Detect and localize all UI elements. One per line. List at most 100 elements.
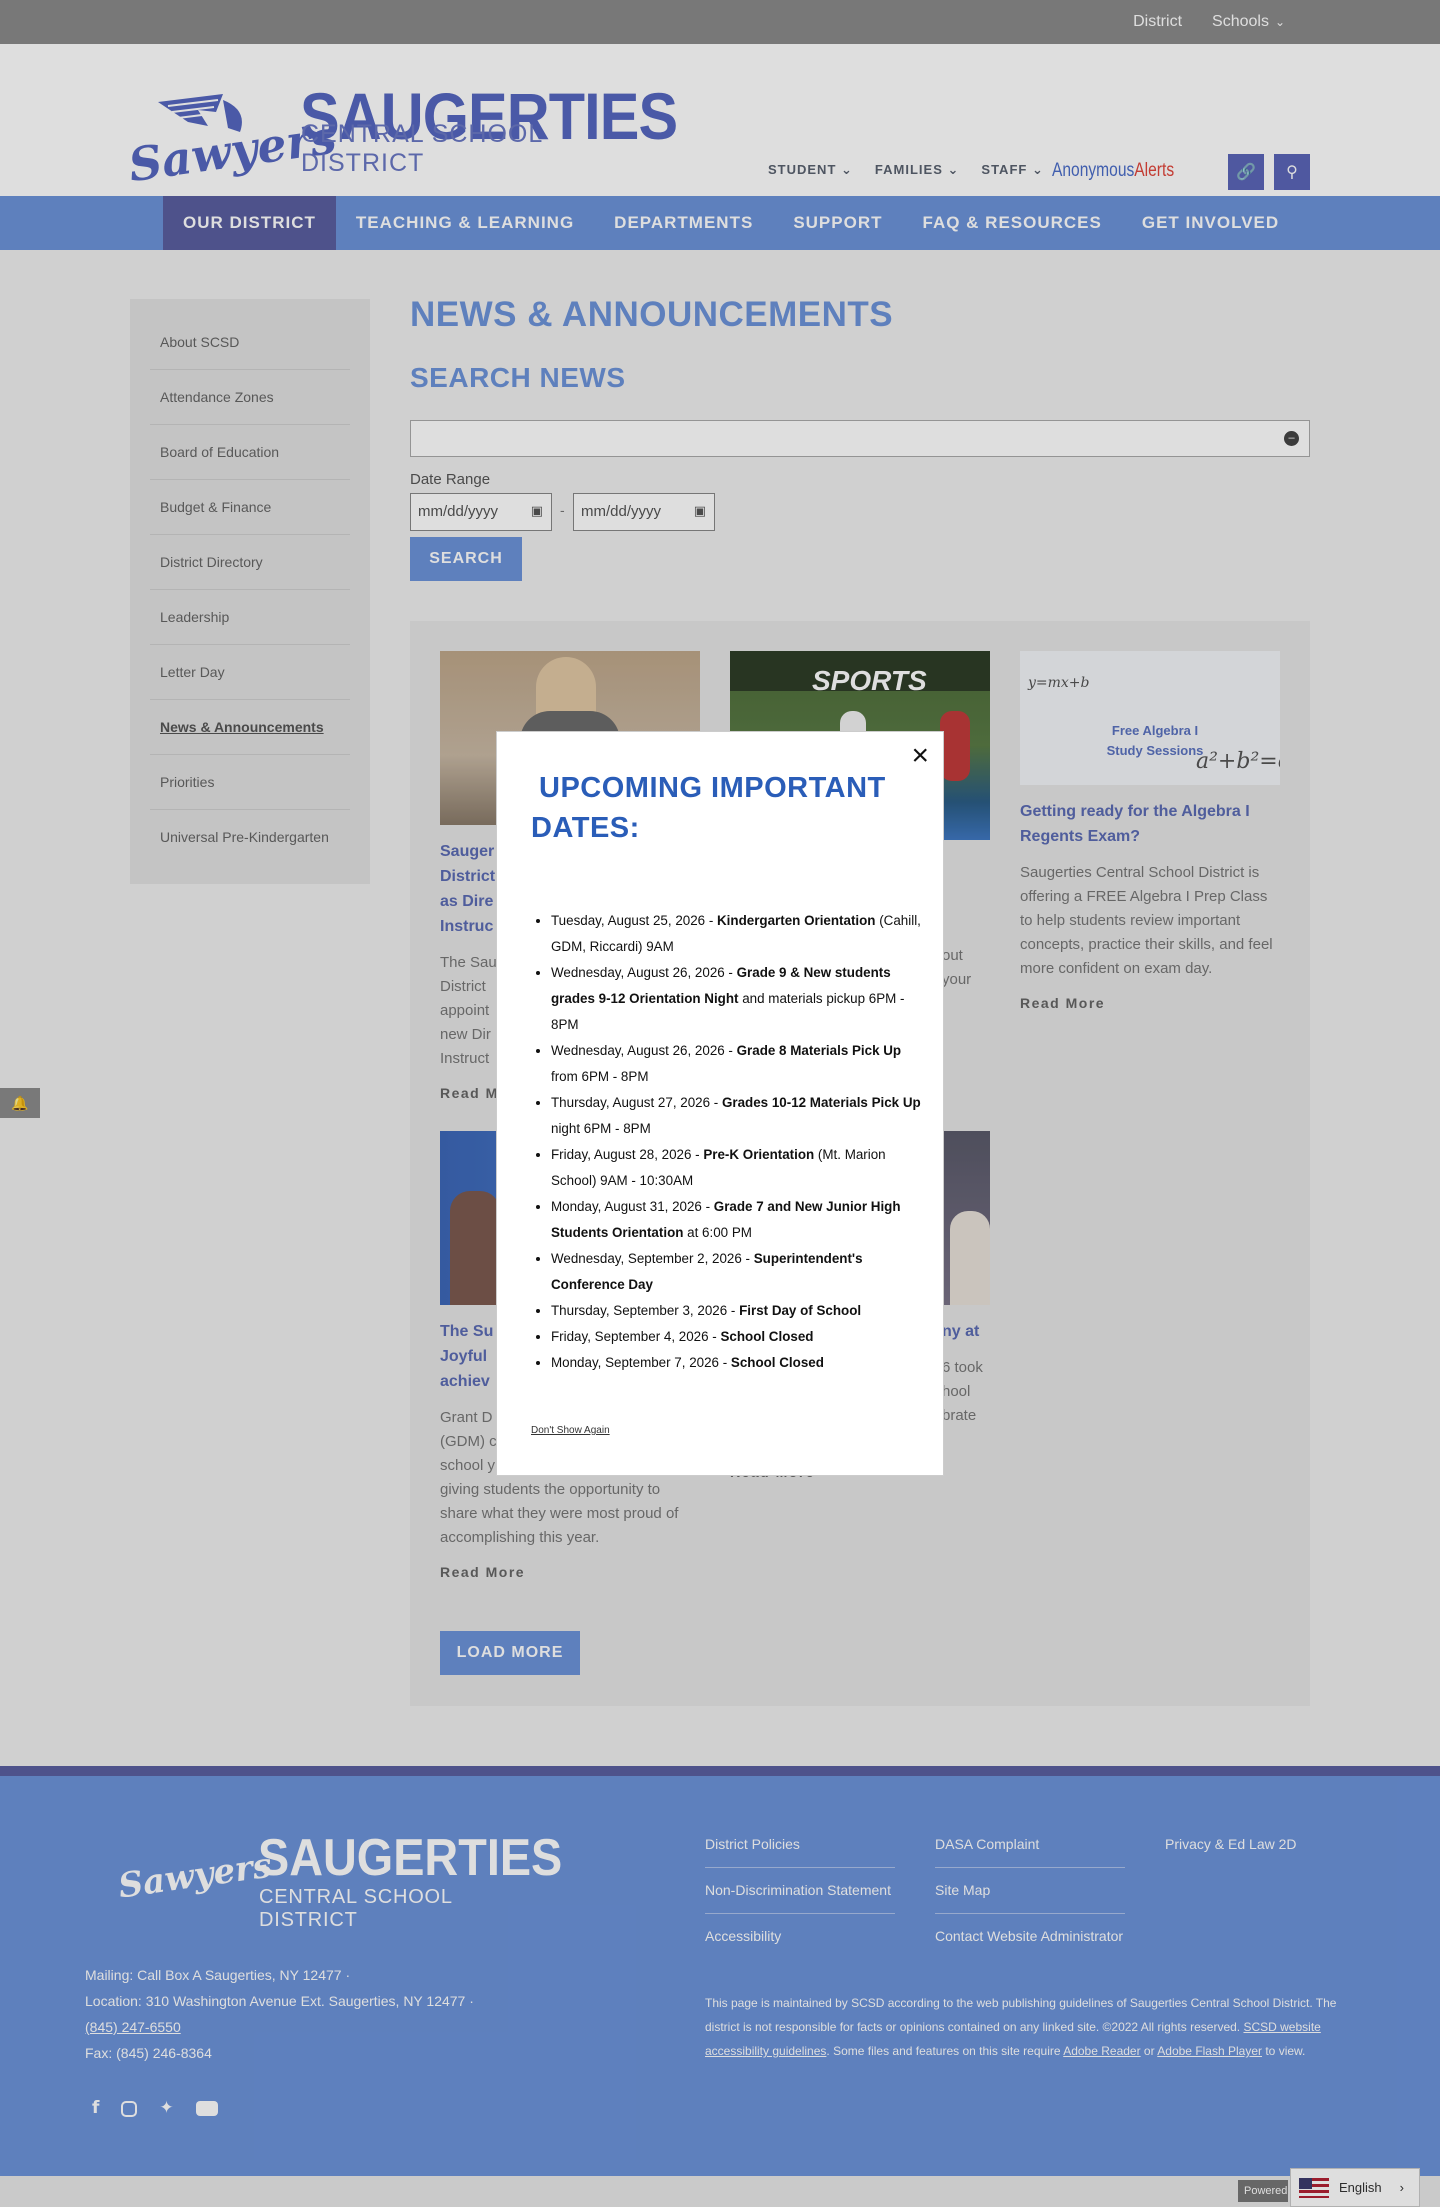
header-nav-families[interactable]: FAMILIES ⌄ bbox=[875, 162, 959, 178]
date-item: Wednesday, September 2, 2026 - Superinte… bbox=[551, 1246, 921, 1298]
page-title: NEWS & ANNOUNCEMENTS bbox=[410, 295, 894, 334]
anonymous-alerts-link[interactable]: AnonymousAlerts bbox=[1052, 160, 1174, 182]
load-more-button[interactable]: LOAD MORE bbox=[440, 1631, 580, 1675]
main-nav-teaching-learning[interactable]: TEACHING & LEARNING bbox=[336, 196, 594, 250]
sidebar-item-attendance-zones[interactable]: Attendance Zones bbox=[150, 370, 350, 425]
disclaimer-text: to view. bbox=[1262, 2044, 1306, 2058]
footer-location: Location: 310 Washington Avenue Ext. Sau… bbox=[85, 1993, 474, 2009]
footer-disclaimer: This page is maintained by SCSD accordin… bbox=[705, 1991, 1345, 2063]
sidebar-item-news[interactable]: News & Announcements bbox=[150, 700, 350, 755]
event-detail: at 6:00 PM bbox=[683, 1225, 752, 1240]
sidebar-item-priorities[interactable]: Priorities bbox=[150, 755, 350, 810]
date-item: Tuesday, August 25, 2026 - Kindergarten … bbox=[551, 908, 921, 960]
sidebar-item-budget[interactable]: Budget & Finance bbox=[150, 480, 350, 535]
footer-mailing: Mailing: Call Box A Saugerties, NY 12477… bbox=[85, 1967, 351, 1983]
footer-link[interactable]: Site Map bbox=[935, 1868, 1125, 1914]
alerts-part2: Alerts bbox=[1134, 160, 1175, 181]
event-name: School Closed bbox=[730, 1355, 824, 1370]
bell-icon[interactable]: 🔔 bbox=[0, 1088, 40, 1118]
header-nav: STUDENT ⌄ FAMILIES ⌄ STAFF ⌄ bbox=[768, 162, 1044, 178]
search-news-input[interactable]: – bbox=[410, 420, 1310, 457]
sidebar-item-board[interactable]: Board of Education bbox=[150, 425, 350, 480]
header-nav-student[interactable]: STUDENT ⌄ bbox=[768, 162, 853, 178]
adobe-flash-link[interactable]: Adobe Flash Player bbox=[1157, 2044, 1262, 2058]
news-card-excerpt: Saugerties Central School District is of… bbox=[1020, 864, 1273, 977]
twitter-icon[interactable]: ✦ bbox=[159, 2098, 173, 2118]
news-card[interactable]: Free Algebra I Study Sessions y=mx+b a²+… bbox=[1020, 651, 1280, 1011]
footer-link[interactable]: Privacy & Ed Law 2D bbox=[1165, 1822, 1355, 1867]
news-card-title[interactable]: Getting ready for the Algebra I Regents … bbox=[1020, 799, 1280, 849]
date-item: Wednesday, August 26, 2026 - Grade 8 Mat… bbox=[551, 1038, 921, 1090]
calendar-icon[interactable]: ▣ bbox=[694, 503, 706, 519]
site-search-button[interactable]: ⚲ bbox=[1274, 154, 1310, 190]
footer-link[interactable]: Contact Website Administrator bbox=[935, 1914, 1125, 1959]
sidebar-item-directory[interactable]: District Directory bbox=[150, 535, 350, 590]
footer-link[interactable]: Accessibility bbox=[705, 1914, 895, 1959]
date-text: Friday, September 4, 2026 - bbox=[551, 1329, 721, 1344]
date-range-label: Date Range bbox=[410, 471, 491, 488]
read-more-link[interactable]: Read More bbox=[1020, 995, 1280, 1011]
language-selector[interactable]: English › bbox=[1290, 2168, 1420, 2207]
sidebar-item-leadership[interactable]: Leadership bbox=[150, 590, 350, 645]
search-button[interactable]: SEARCH bbox=[410, 537, 522, 581]
chevron-down-icon: ⌄ bbox=[947, 162, 960, 177]
site-footer: Sawyers SAUGERTIES CENTRAL SCHOOL DISTRI… bbox=[0, 1776, 1440, 2176]
date-text: Wednesday, September 2, 2026 - bbox=[551, 1251, 754, 1266]
sidebar-item-about[interactable]: About SCSD bbox=[150, 315, 350, 370]
footer-contact: Mailing: Call Box A Saugerties, NY 12477… bbox=[85, 1962, 474, 2066]
footer-link[interactable]: District Policies bbox=[705, 1822, 895, 1868]
read-more-link[interactable]: Read More bbox=[440, 1564, 700, 1580]
date-text: Tuesday, August 25, 2026 - bbox=[551, 913, 718, 928]
us-flag-icon bbox=[1299, 2177, 1329, 2198]
sidebar-item-letter-day[interactable]: Letter Day bbox=[150, 645, 350, 700]
footer-links-col3: Privacy & Ed Law 2D bbox=[1165, 1822, 1355, 1867]
header-nav-staff[interactable]: STAFF ⌄ bbox=[981, 162, 1043, 178]
date-text: Wednesday, August 26, 2026 - bbox=[551, 1043, 737, 1058]
footer-link[interactable]: DASA Complaint bbox=[935, 1822, 1125, 1868]
footer-accent-bar bbox=[0, 1766, 1440, 1776]
main-nav-our-district[interactable]: OUR DISTRICT bbox=[163, 196, 336, 250]
news-card-image: Free Algebra I Study Sessions y=mx+b a²+… bbox=[1020, 651, 1280, 785]
link-button[interactable]: 🔗 bbox=[1228, 154, 1264, 190]
main-nav-departments[interactable]: DEPARTMENTS bbox=[594, 196, 773, 250]
disclaimer-text: or bbox=[1140, 2044, 1158, 2058]
footer-logo[interactable]: Sawyers SAUGERTIES CENTRAL SCHOOL DISTRI… bbox=[116, 1828, 562, 1931]
main-nav: OUR DISTRICT TEACHING & LEARNING DEPARTM… bbox=[0, 196, 1440, 250]
clear-icon[interactable]: – bbox=[1284, 431, 1299, 446]
date-text: Thursday, August 27, 2026 - bbox=[551, 1095, 722, 1110]
facebook-icon[interactable]: f bbox=[92, 2098, 99, 2118]
main-nav-support[interactable]: SUPPORT bbox=[773, 196, 902, 250]
footer-logo-sub: CENTRAL SCHOOL DISTRICT bbox=[259, 1886, 453, 1931]
close-icon[interactable]: × bbox=[911, 738, 929, 774]
utility-schools-dropdown[interactable]: Schools ⌄ bbox=[1212, 13, 1285, 31]
utility-district-link[interactable]: District bbox=[1133, 13, 1182, 31]
adobe-reader-link[interactable]: Adobe Reader bbox=[1063, 2044, 1140, 2058]
youtube-icon[interactable] bbox=[195, 2101, 218, 2116]
instagram-icon[interactable] bbox=[121, 2101, 138, 2117]
chevron-right-icon: › bbox=[1399, 2180, 1404, 2195]
end-date-input[interactable]: mm/dd/yyyy ▣ bbox=[573, 493, 715, 531]
date-item: Friday, September 4, 2026 - School Close… bbox=[551, 1324, 921, 1350]
main-nav-faq-resources[interactable]: FAQ & RESOURCES bbox=[903, 196, 1122, 250]
calendar-icon[interactable]: ▣ bbox=[531, 503, 543, 519]
event-detail: from 6PM - 8PM bbox=[551, 1069, 649, 1084]
footer-link[interactable]: Non-Discrimination Statement bbox=[705, 1868, 895, 1914]
search-icon: ⚲ bbox=[1286, 164, 1298, 181]
sidebar-item-upk[interactable]: Universal Pre-Kindergarten bbox=[150, 810, 350, 864]
powered-by-badge[interactable]: Powered bbox=[1238, 2180, 1288, 2202]
chevron-down-icon: ⌄ bbox=[1031, 162, 1044, 177]
footer-logo-name: SAUGERTIES bbox=[258, 1829, 563, 1887]
utility-schools-label: Schools bbox=[1212, 13, 1269, 30]
modal-title-line2: DATES: bbox=[531, 812, 640, 844]
dont-show-again-link[interactable]: Don't Show Again bbox=[531, 1425, 610, 1436]
date-item: Wednesday, August 26, 2026 - Grade 9 & N… bbox=[551, 960, 921, 1038]
dates-list: Tuesday, August 25, 2026 - Kindergarten … bbox=[551, 908, 921, 1376]
event-name: School Closed bbox=[720, 1329, 814, 1344]
footer-phone-link[interactable]: (845) 247-6550 bbox=[85, 2014, 474, 2040]
main-nav-get-involved[interactable]: GET INVOLVED bbox=[1122, 196, 1299, 250]
event-name: First Day of School bbox=[739, 1303, 862, 1318]
start-date-input[interactable]: mm/dd/yyyy ▣ bbox=[410, 493, 552, 531]
search-heading: SEARCH NEWS bbox=[410, 362, 626, 393]
modal-title: UPCOMING IMPORTANT DATES: bbox=[531, 768, 911, 848]
district-logo[interactable]: Sawyers SAUGERTIES CENTRAL SCHOOL DISTRI… bbox=[125, 78, 678, 192]
